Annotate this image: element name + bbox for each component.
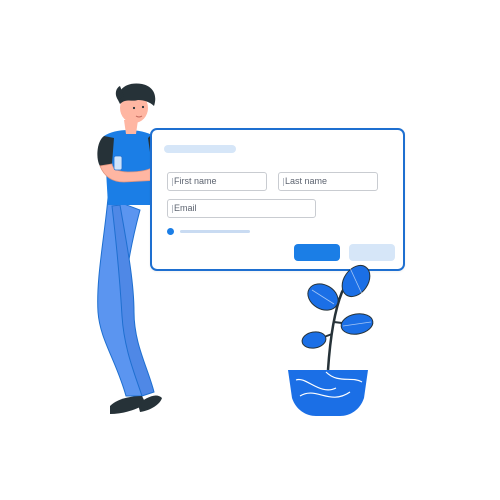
illustration-scene: First name Last name Email [0,0,500,500]
potted-plant-illustration [288,264,374,416]
